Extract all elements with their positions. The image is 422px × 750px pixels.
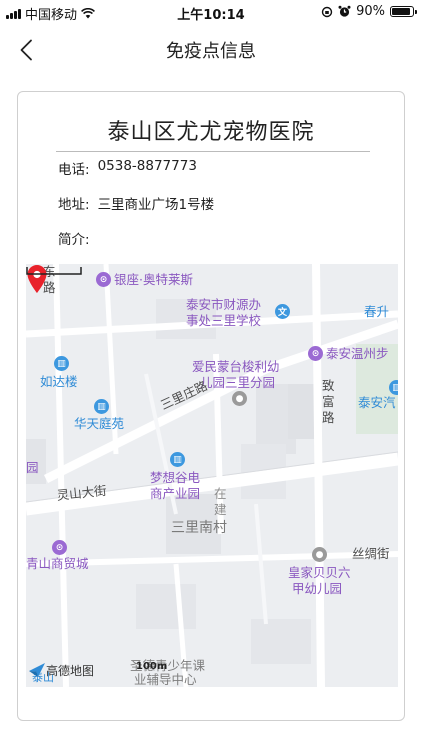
road-label: 路 — [322, 410, 335, 425]
road-label: 在 — [214, 486, 227, 501]
phone-label: 电话: — [58, 162, 90, 178]
map-scale-text: 100m — [136, 661, 168, 672]
poi-label: 事处三里学校 — [186, 313, 262, 328]
location-map[interactable]: ⊙ 文 ⊙ ▥ ● ▥ ▥ ⊙ ● ▥ 银座·奥特莱斯 泰安市财源办 事处三里学… — [26, 264, 398, 687]
clinic-name: 泰山区尤尤宠物医院 — [107, 120, 315, 145]
alarm-icon — [338, 5, 351, 17]
road-label: 致 — [322, 378, 335, 393]
building-icon: ▥ — [94, 399, 109, 414]
intro-label: 简介: — [58, 232, 90, 248]
road-label: 富 — [322, 394, 335, 409]
phone-value[interactable]: 0538-8877773 — [98, 158, 197, 178]
poi-label: 儿园三里分园 — [200, 375, 276, 390]
mall-icon: ⊙ — [52, 540, 67, 555]
address-value: 三里商业广场1号楼 — [97, 197, 215, 213]
status-bar: 中国移动 上午10:14 90% — [0, 0, 422, 26]
rotation-lock-icon — [321, 6, 333, 17]
poi-label: 华天庭苑 — [74, 416, 125, 431]
home-indicator — [0, 730, 422, 750]
kindergarten-icon: ● — [312, 547, 327, 562]
poi-label: 皇家贝贝六 — [288, 565, 351, 580]
poi-label: 爱民蒙台梭利幼 — [192, 359, 280, 374]
divider — [56, 151, 370, 152]
battery-icon — [390, 6, 417, 17]
poi-label: 如达楼 — [40, 374, 78, 389]
clinic-info-card: 泰山区尤尤宠物医院 电话: 0538-8877773 地址: 三里商业广场1号楼… — [17, 91, 405, 721]
status-right: 90% — [321, 4, 417, 19]
page-title: 免疫点信息 — [166, 41, 256, 62]
poi-label: 商产业园 — [150, 486, 201, 501]
address-label: 地址: — [58, 197, 90, 213]
bus-station-icon: ▥ — [389, 380, 398, 395]
map-scale-bar — [26, 267, 82, 275]
poi-label: 春升 — [364, 304, 390, 319]
road-label: 丝绸街 — [352, 546, 390, 561]
poi-label: 业辅导中心 — [134, 672, 197, 687]
amap-logo-icon — [29, 663, 45, 677]
map-provider-logo: 高德地图 — [28, 662, 94, 679]
poi-label: 青山商贸城 — [26, 556, 89, 571]
mall-icon: ⊙ — [308, 346, 323, 361]
poi-label: 银座·奥特莱斯 — [114, 272, 193, 287]
phone-row[interactable]: 电话: 0538-8877773 — [58, 158, 197, 178]
poi-label: 泰安市财源办 — [186, 297, 262, 312]
battery-percent: 90% — [356, 4, 385, 19]
mall-icon: ⊙ — [96, 272, 111, 287]
poi-label: 甲幼儿园 — [292, 581, 343, 596]
school-icon: 文 — [275, 304, 290, 319]
nav-bar: 免疫点信息 — [0, 26, 422, 72]
kindergarten-icon: ● — [232, 391, 247, 406]
map-logo-text: 高德地图 — [46, 664, 95, 678]
poi-label: 园 — [26, 460, 39, 475]
road-label: 建 — [214, 502, 227, 517]
address-row: 地址: 三里商业广场1号楼 — [58, 193, 214, 213]
poi-label: 梦想谷电 — [150, 470, 201, 485]
battery-fill — [392, 8, 410, 15]
area-label: 三里南村 — [171, 520, 227, 536]
building-icon: ▥ — [170, 452, 185, 467]
building-icon: ▥ — [54, 356, 69, 371]
poi-label: 泰安温州步 — [326, 346, 389, 361]
poi-label: 泰安汽 — [358, 395, 396, 410]
intro-row: 简介: — [58, 228, 98, 248]
